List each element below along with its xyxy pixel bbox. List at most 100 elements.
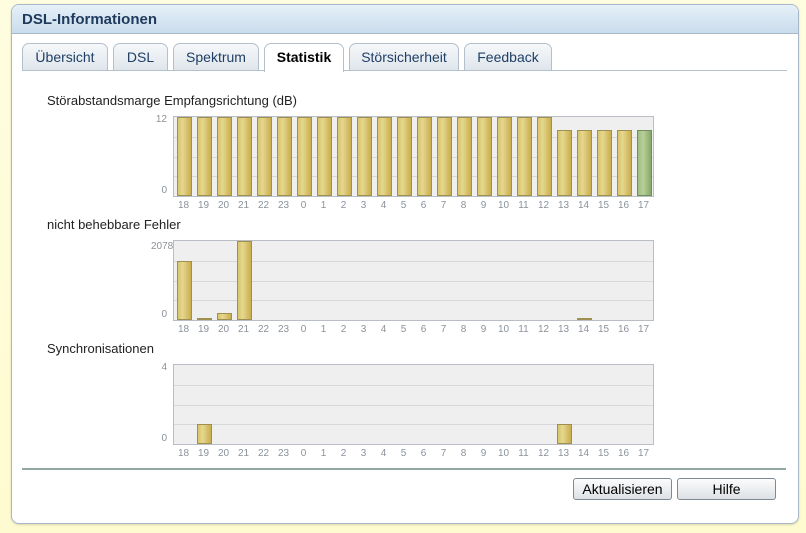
synchronizations-xtick-2: 2 [340, 448, 347, 459]
snr-margin-xtick-8: 8 [460, 200, 467, 211]
uncorrectable-errors-ymin-label: 0 [161, 309, 167, 320]
snr-margin-bar-13 [557, 130, 572, 196]
synchronizations-xtick-6: 6 [420, 448, 427, 459]
uncorrectable-errors-ymax-label: 2078 [151, 241, 174, 252]
snr-margin-xtick-22: 22 [257, 200, 270, 211]
uncorrectable-errors-xtick-6: 6 [420, 324, 427, 335]
uncorrectable-errors-xtick-9: 9 [480, 324, 487, 335]
snr-margin-bar-19 [197, 117, 212, 196]
snr-margin-bar-16 [617, 130, 632, 196]
synchronizations-xtick-11: 11 [518, 448, 529, 459]
uncorrectable-errors-bar-20 [217, 313, 232, 320]
snr-margin-xtick-3: 3 [360, 200, 367, 211]
uncorrectable-errors-xtick-12: 12 [537, 324, 550, 335]
refresh-button[interactable]: Aktualisieren [573, 478, 672, 500]
snr-margin-xtick-13: 13 [557, 200, 570, 211]
synchronizations-ymax-label: 4 [161, 362, 167, 373]
snr-margin-bar-0 [297, 117, 312, 196]
snr-margin-xtick-4: 4 [380, 200, 387, 211]
snr-margin-bar-23 [277, 117, 292, 196]
uncorrectable-errors-xtick-21: 21 [237, 324, 250, 335]
tab-feedback[interactable]: Feedback [464, 43, 552, 70]
snr-margin-xtick-12: 12 [537, 200, 550, 211]
uncorrectable-errors-xtick-18: 18 [177, 324, 190, 335]
uncorrectable-errors-xtick-8: 8 [460, 324, 467, 335]
uncorrectable-errors-plot-area [173, 240, 654, 321]
snr-margin-bar-4 [377, 117, 392, 196]
tab-uebersicht[interactable]: Übersicht [22, 43, 108, 70]
snr-margin-bar-6 [417, 117, 432, 196]
uncorrectable-errors-xtick-3: 3 [360, 324, 367, 335]
snr-margin-chart-title: Störabstandsmarge Empfangsrichtung (dB) [47, 93, 298, 108]
uncorrectable-errors-chart-title: nicht behebbare Fehler [47, 217, 181, 232]
snr-margin-bar-7 [437, 117, 452, 196]
snr-margin-bar-17 [637, 130, 652, 196]
uncorrectable-errors-xtick-15: 15 [597, 324, 610, 335]
snr-margin-bar-12 [537, 117, 552, 196]
uncorrectable-errors-xtick-11: 11 [518, 324, 529, 335]
uncorrectable-errors-xtick-5: 5 [400, 324, 407, 335]
synchronizations-xtick-19: 19 [197, 448, 210, 459]
tab-statistik[interactable]: Statistik [264, 43, 344, 72]
synchronizations-plot-area [173, 364, 654, 445]
snr-margin-xtick-18: 18 [177, 200, 190, 211]
uncorrectable-errors-xtick-7: 7 [440, 324, 447, 335]
snr-margin-xtick-0: 0 [300, 200, 307, 211]
snr-margin-bar-11 [517, 117, 532, 196]
snr-margin-bar-22 [257, 117, 272, 196]
synchronizations-xtick-0: 0 [300, 448, 307, 459]
snr-margin-bar-1 [317, 117, 332, 196]
snr-margin-xtick-6: 6 [420, 200, 427, 211]
tab-stoersicherheit[interactable]: Störsicherheit [349, 43, 459, 70]
synchronizations-gridline [174, 385, 653, 386]
synchronizations-xtick-3: 3 [360, 448, 367, 459]
tab-spektrum[interactable]: Spektrum [173, 43, 259, 70]
snr-margin-ymin-label: 0 [161, 185, 167, 196]
synchronizations-xtick-13: 13 [557, 448, 570, 459]
uncorrectable-errors-xtick-20: 20 [217, 324, 230, 335]
snr-margin-xtick-2: 2 [340, 200, 347, 211]
dsl-info-panel: DSL-Informationen Übersicht DSL Spektrum… [11, 4, 799, 524]
snr-margin-xtick-16: 16 [617, 200, 630, 211]
footer-divider [22, 468, 786, 470]
uncorrectable-errors-xtick-1: 1 [320, 324, 327, 335]
snr-margin-xtick-15: 15 [597, 200, 610, 211]
tab-dsl[interactable]: DSL [113, 43, 168, 70]
synchronizations-xtick-16: 16 [617, 448, 630, 459]
synchronizations-xtick-7: 7 [440, 448, 447, 459]
uncorrectable-errors-xtick-19: 19 [197, 324, 210, 335]
uncorrectable-errors-bar-19 [197, 318, 212, 320]
snr-margin-bar-15 [597, 130, 612, 196]
panel-header: DSL-Informationen [12, 5, 798, 34]
synchronizations-xtick-5: 5 [400, 448, 407, 459]
synchronizations-xtick-17: 17 [637, 448, 650, 459]
snr-margin-xtick-14: 14 [577, 200, 590, 211]
synchronizations-xtick-8: 8 [460, 448, 467, 459]
snr-margin-xtick-23: 23 [277, 200, 290, 211]
synchronizations-xtick-20: 20 [217, 448, 230, 459]
uncorrectable-errors-xtick-13: 13 [557, 324, 570, 335]
snr-margin-xtick-7: 7 [440, 200, 447, 211]
snr-margin-bar-10 [497, 117, 512, 196]
synchronizations-xtick-14: 14 [577, 448, 590, 459]
synchronizations-ymin-label: 0 [161, 433, 167, 444]
help-button[interactable]: Hilfe [677, 478, 776, 500]
snr-margin-bar-18 [177, 117, 192, 196]
synchronizations-bar-13 [557, 424, 572, 444]
synchronizations-xtick-9: 9 [480, 448, 487, 459]
uncorrectable-errors-bar-21 [237, 241, 252, 320]
uncorrectable-errors-xtick-23: 23 [277, 324, 290, 335]
synchronizations-xtick-23: 23 [277, 448, 290, 459]
tab-divider [22, 70, 787, 71]
uncorrectable-errors-xtick-14: 14 [577, 324, 590, 335]
synchronizations-xtick-4: 4 [380, 448, 387, 459]
snr-margin-bar-21 [237, 117, 252, 196]
uncorrectable-errors-xtick-2: 2 [340, 324, 347, 335]
snr-margin-xtick-11: 11 [518, 200, 529, 211]
snr-margin-xtick-5: 5 [400, 200, 407, 211]
synchronizations-xtick-10: 10 [497, 448, 510, 459]
synchronizations-xtick-15: 15 [597, 448, 610, 459]
uncorrectable-errors-bar-18 [177, 261, 192, 320]
snr-margin-xtick-1: 1 [320, 200, 327, 211]
snr-margin-xtick-9: 9 [480, 200, 487, 211]
